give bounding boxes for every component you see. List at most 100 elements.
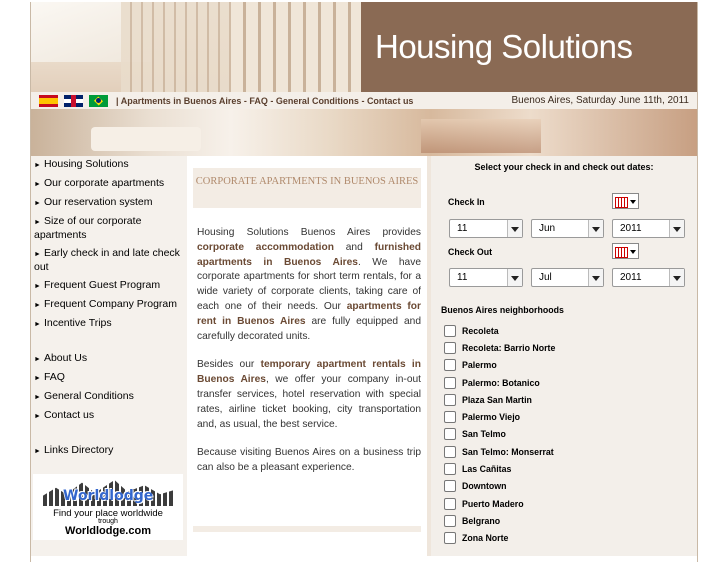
checkout-selects: 11 Jul 2011 [449, 268, 685, 287]
neighborhood-checkbox[interactable] [444, 428, 456, 441]
neighborhood-option[interactable]: Palermo [444, 357, 555, 374]
neighborhood-checkbox[interactable] [444, 463, 456, 476]
worldlodge-badge[interactable]: Worldlodge Find your place worldwide tro… [33, 474, 183, 540]
chevron-down-icon [507, 269, 522, 286]
site-title-box: Housing Solutions [361, 2, 697, 92]
nav-link-general-conditions[interactable]: General Conditions [276, 96, 359, 106]
neighborhood-checkbox[interactable] [444, 376, 456, 389]
site-title: Housing Solutions [375, 28, 633, 65]
sidebar-item[interactable]: ► About Us [31, 350, 187, 369]
nav-link-apartments[interactable]: Apartments in Buenos Aires [121, 96, 242, 106]
content-heading: CORPORATE APARTMENTS IN BUENOS AIRES [193, 168, 421, 208]
neighborhood-checkbox[interactable] [444, 497, 456, 510]
keyword: corporate accommodation [197, 241, 334, 253]
neighborhood-checkbox[interactable] [444, 324, 456, 337]
neighborhood-label: Downtown [462, 481, 507, 492]
neighborhood-option[interactable]: Recoleta: Barrio Norte [444, 339, 555, 356]
neighborhood-checkbox[interactable] [444, 359, 456, 372]
neighborhood-option[interactable]: San Telmo [444, 426, 555, 443]
neighborhood-checkbox[interactable] [444, 341, 456, 354]
sidebar-item[interactable]: ► Early check in and late check out [31, 245, 187, 277]
nav-link-faq[interactable]: FAQ [249, 96, 268, 106]
arrow-right-icon: ► [34, 251, 41, 258]
checkout-month-select[interactable]: Jul [531, 268, 604, 287]
sidebar-item[interactable]: ► FAQ [31, 369, 187, 388]
sidebar-item[interactable]: ► Links Directory [31, 442, 187, 461]
neighborhood-label: Puerto Madero [462, 498, 524, 509]
sidebar-item[interactable]: ► General Conditions [31, 388, 187, 407]
site-header: Housing Solutions [31, 2, 697, 92]
sidebar-item[interactable]: ► Frequent Company Program [31, 296, 187, 315]
sidebar-item[interactable]: ► Housing Solutions [31, 156, 187, 175]
sidebar-item[interactable]: ► Incentive Trips [31, 315, 187, 334]
arrow-right-icon: ► [34, 321, 41, 328]
neighborhood-checkbox[interactable] [444, 393, 456, 406]
neighborhood-option[interactable]: Puerto Madero [444, 495, 555, 512]
neighborhood-checkbox[interactable] [444, 411, 456, 424]
sidebar-item-label: Housing Solutions [43, 158, 129, 170]
checkout-year-select[interactable]: 2011 [612, 268, 685, 287]
sidebar-item[interactable]: ► Frequent Guest Program [31, 277, 187, 296]
checkout-label: Check Out [448, 247, 492, 257]
neighborhood-label: Palermo [462, 360, 497, 371]
sidebar-item[interactable]: ► Size of our corporate apartments [31, 213, 187, 245]
neighborhood-option[interactable]: Downtown [444, 478, 555, 495]
chevron-down-icon [588, 220, 603, 237]
badge-line3[interactable]: Worldlodge.com [33, 525, 183, 537]
arrow-right-icon: ► [34, 200, 41, 207]
arrow-right-icon: ► [34, 413, 41, 420]
worldlodge-logo[interactable]: Worldlodge [43, 478, 173, 506]
sidebar-menu: ► Housing Solutions ► Our corporate apartme… [31, 156, 187, 556]
neighborhood-checkbox[interactable] [444, 514, 456, 527]
paragraph-3: Because visiting Buenos Aires on a busin… [197, 447, 421, 474]
paragraph-2: Besides our temporary apartment rentals … [197, 359, 421, 430]
sidebar-item-label: About Us [43, 352, 88, 364]
checkout-day-select[interactable]: 11 [449, 268, 523, 287]
english-flag-icon[interactable] [64, 94, 83, 107]
checkin-month-select[interactable]: Jun [531, 219, 604, 238]
neighborhood-checkbox[interactable] [444, 532, 456, 545]
sidebar-item-label: Contact us [43, 409, 95, 421]
sidebar-item[interactable]: ► Contact us [31, 407, 187, 426]
arrow-right-icon: ► [34, 394, 41, 401]
sidebar-item-label: Our corporate apartments [43, 177, 165, 189]
neighborhood-label: Recoleta: Barrio Norte [462, 342, 556, 353]
chevron-down-icon [669, 269, 684, 286]
neighborhood-option[interactable]: Zona Norte [444, 530, 555, 547]
sidebar-item-label: Incentive Trips [43, 317, 112, 329]
checkin-selects: 11 Jun 2011 [449, 219, 685, 238]
nav-sep: - [358, 95, 367, 106]
spanish-flag-icon[interactable] [39, 94, 58, 107]
checkout-calendar-icon[interactable] [612, 243, 639, 259]
neighborhood-option[interactable]: Recoleta [444, 322, 555, 339]
sidebar-item[interactable]: ► Our reservation system [31, 194, 187, 213]
neighborhood-option[interactable]: Plaza San Martin [444, 391, 555, 408]
worldlodge-logo-text: Worldlodge [63, 488, 154, 504]
neighborhood-checkbox[interactable] [444, 445, 456, 458]
arrow-right-icon: ► [34, 181, 41, 188]
neighborhood-option[interactable]: Belgrano [444, 512, 555, 529]
neighborhood-label: Plaza San Martin [462, 394, 532, 405]
badge-line2: trough [98, 518, 118, 525]
chevron-down-icon [507, 220, 522, 237]
sidebar-item-label: Frequent Company Program [43, 298, 177, 310]
neighborhood-option[interactable]: Palermo Viejo [444, 408, 555, 425]
sidebar-item-label: Size of our corporate apartments [34, 215, 142, 241]
checkin-day-select[interactable]: 11 [449, 219, 523, 238]
content-body: Housing Solutions Buenos Aires provides … [197, 226, 421, 490]
page-frame: Housing Solutions | Apartments in Buenos… [30, 2, 698, 562]
neighborhoods-list: Recoleta Recoleta: Barrio Norte Palermo Pal… [444, 322, 555, 547]
paragraph-1: Housing Solutions Buenos Aires provides … [197, 227, 421, 342]
neighborhood-option[interactable]: Palermo: Botanico [444, 374, 555, 391]
checkin-calendar-icon[interactable] [612, 193, 639, 209]
neighborhood-checkbox[interactable] [444, 480, 456, 493]
nav-separator: | [116, 95, 119, 106]
nav-links: | Apartments in Buenos Aires - FAQ - Gen… [116, 96, 413, 106]
sidebar-item[interactable]: ► Our corporate apartments [31, 175, 187, 194]
portuguese-flag-icon[interactable] [89, 94, 108, 107]
checkin-year-select[interactable]: 2011 [612, 219, 685, 238]
booking-title: Select your check in and check out dates… [474, 162, 654, 172]
neighborhood-option[interactable]: San Telmo: Monserrat [444, 443, 555, 460]
neighborhood-option[interactable]: Las Cañitas [444, 460, 555, 477]
nav-link-contact[interactable]: Contact us [367, 96, 414, 106]
